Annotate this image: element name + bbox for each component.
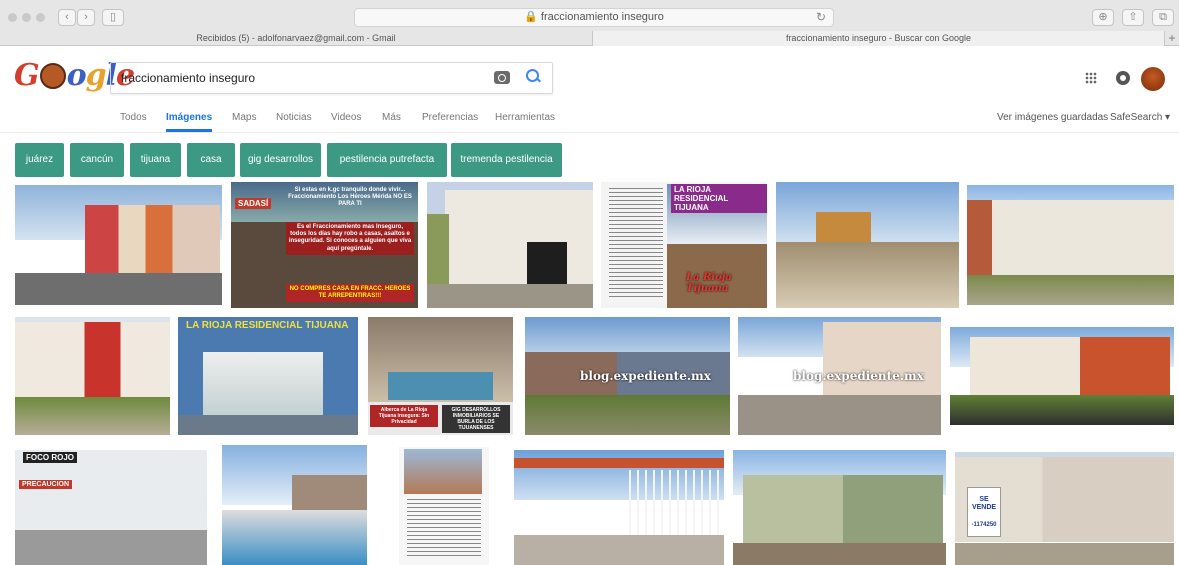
notifications-icon[interactable] (1116, 71, 1130, 85)
search-nav: Todos Imágenes Maps Noticias Videos Más … (0, 107, 1179, 133)
back-button[interactable]: ‹ (58, 9, 76, 26)
tab-imagenes[interactable]: Imágenes (166, 112, 213, 132)
saved-images-link[interactable]: Ver imágenes guardadas (997, 112, 1108, 123)
watermark: blog.expediente.mx (793, 369, 924, 383)
search-box[interactable]: fraccionamiento inseguro (110, 62, 553, 94)
new-tab-icon[interactable]: + (1165, 31, 1179, 46)
tab-herramientas[interactable]: Herramientas (495, 112, 555, 123)
tab-noticias[interactable]: Noticias (276, 112, 312, 123)
tab-bar: Recibidos (5) - adolfonarvaez@gmail.com … (0, 31, 1179, 46)
reload-icon[interactable]: ↻ (816, 9, 826, 26)
camera-icon[interactable] (494, 71, 510, 84)
image-result[interactable]: LA RIOJA RESIDENCIAL TIJUANA La Rioja Ti… (601, 182, 767, 308)
tab-videos[interactable]: Videos (331, 112, 361, 123)
tabs-overview-icon[interactable]: ⧉ (1152, 9, 1174, 26)
image-result[interactable] (950, 327, 1174, 425)
image-result[interactable] (222, 445, 367, 565)
chip-tremenda-pestilencia[interactable]: tremenda pestilencia (451, 143, 562, 177)
chip-tijuana[interactable]: tijuana (130, 143, 181, 177)
image-result[interactable]: Alberca de La Rioja Tijuana insegura: Si… (368, 317, 513, 435)
tab-preferencias[interactable]: Preferencias (422, 112, 478, 123)
apps-grid-icon[interactable] (1085, 72, 1097, 84)
address-bar[interactable]: 🔒 fraccionamiento inseguro ↻ (354, 8, 834, 27)
image-result[interactable] (15, 317, 170, 435)
rioja-banner: LA RIOJA RESIDENCIAL TIJUANA (671, 184, 767, 213)
lock-icon: 🔒 (524, 11, 538, 23)
chip-pestilencia-putrefacta[interactable]: pestilencia putrefacta (327, 143, 447, 177)
share-icon[interactable]: ⇧ (1122, 9, 1144, 26)
image-result[interactable]: blog.expediente.mx (738, 317, 941, 435)
tab-maps[interactable]: Maps (232, 112, 256, 123)
sadasi-logo: SADASÍ (235, 198, 272, 209)
tab-google-search[interactable]: fraccionamiento inseguro - Buscar con Go… (593, 31, 1165, 46)
image-result[interactable] (399, 447, 489, 565)
chip-gig-desarrollos[interactable]: gig desarrollos (240, 143, 321, 177)
avatar[interactable] (1141, 67, 1165, 91)
tab-gmail[interactable]: Recibidos (5) - adolfonarvaez@gmail.com … (0, 31, 593, 46)
address-text: fraccionamiento inseguro (540, 11, 664, 23)
image-result[interactable]: SADASÍ Si estas en k.gc tranquilo donde … (231, 182, 418, 308)
maximize-window-icon[interactable] (36, 13, 45, 22)
chip-casa[interactable]: casa (187, 143, 235, 177)
image-result[interactable] (427, 182, 593, 308)
image-result[interactable]: FOCO ROJO PRECAUCION (15, 450, 207, 565)
forward-button[interactable]: › (77, 9, 95, 26)
image-result[interactable] (776, 182, 959, 308)
image-result[interactable] (733, 450, 946, 565)
image-result[interactable]: LA RIOJA RESIDENCIAL TIJUANA (178, 317, 358, 435)
image-result[interactable] (967, 185, 1174, 305)
sidebar-button[interactable]: ▯ (102, 9, 124, 26)
image-result[interactable] (15, 185, 222, 305)
search-icon[interactable] (526, 69, 540, 83)
download-icon[interactable]: ⊕ (1092, 9, 1114, 26)
close-window-icon[interactable] (8, 13, 17, 22)
safesearch-menu[interactable]: SafeSearch ▾ (1110, 112, 1170, 123)
chip-cancun[interactable]: cancún (70, 143, 124, 177)
watermark: blog.expediente.mx (580, 369, 711, 383)
tab-mas[interactable]: Más (382, 112, 401, 123)
browser-chrome: ‹ › ▯ 🔒 fraccionamiento inseguro ↻ ⊕ ⇧ ⧉… (0, 0, 1179, 46)
minimize-window-icon[interactable] (22, 13, 31, 22)
image-result[interactable] (514, 450, 724, 565)
search-input[interactable]: fraccionamiento inseguro (121, 71, 255, 85)
chip-juarez[interactable]: juárez (15, 143, 64, 177)
image-result[interactable]: blog.expediente.mx (525, 317, 730, 435)
browser-toolbar: ‹ › ▯ 🔒 fraccionamiento inseguro ↻ ⊕ ⇧ ⧉ (0, 0, 1179, 30)
image-result[interactable]: SE VENDE -1174250 (955, 452, 1174, 565)
tab-todos[interactable]: Todos (120, 112, 147, 123)
